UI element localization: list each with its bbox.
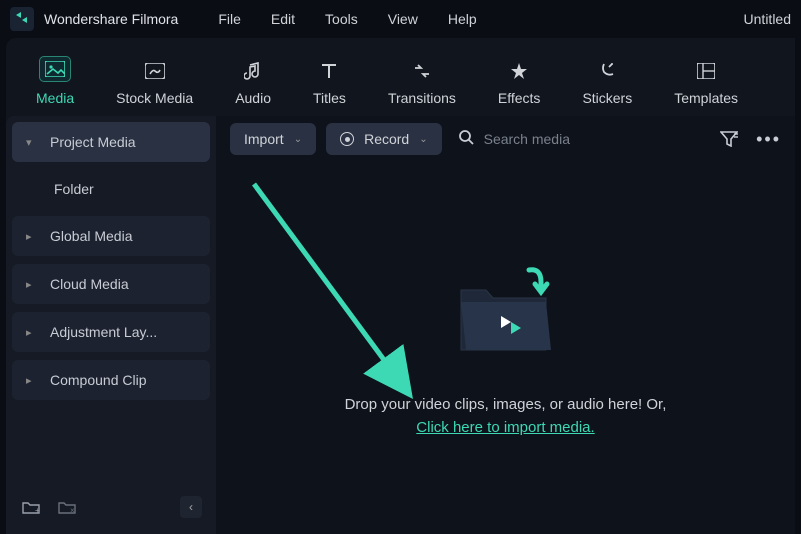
menu-file[interactable]: File: [218, 11, 241, 27]
category-nav: Media Stock Media Audio Titles Transitio…: [6, 38, 795, 116]
media-drop-zone[interactable]: Drop your video clips, images, or audio …: [216, 162, 795, 534]
sidebar-item-adjustment-layer[interactable]: ▸ Adjustment Lay...: [12, 312, 210, 352]
chevron-right-icon: ▸: [26, 230, 42, 243]
tab-audio[interactable]: Audio: [235, 60, 271, 106]
media-icon: [39, 56, 71, 82]
tab-label: Titles: [313, 90, 346, 106]
sidebar-item-project-media[interactable]: ▾ Project Media: [12, 122, 210, 162]
menu-view[interactable]: View: [388, 11, 418, 27]
button-label: Import: [244, 131, 284, 147]
sidebar-item-cloud-media[interactable]: ▸ Cloud Media: [12, 264, 210, 304]
effects-icon: [506, 60, 532, 82]
tab-label: Effects: [498, 90, 541, 106]
new-folder-icon[interactable]: +: [20, 497, 42, 517]
svg-text:+: +: [35, 506, 40, 514]
tab-label: Audio: [235, 90, 271, 106]
tab-media[interactable]: Media: [36, 56, 74, 106]
import-folder-icon: [451, 260, 561, 356]
templates-icon: [693, 60, 719, 82]
search-input[interactable]: [484, 131, 644, 147]
sidebar: ▾ Project Media Folder ▸ Global Media ▸ …: [6, 116, 216, 534]
main-panel: Import ⌄ Record ⌄ •••: [216, 116, 795, 534]
sidebar-item-compound-clip[interactable]: ▸ Compound Clip: [12, 360, 210, 400]
sidebar-item-label: Adjustment Lay...: [50, 324, 157, 340]
sidebar-item-global-media[interactable]: ▸ Global Media: [12, 216, 210, 256]
sidebar-item-folder[interactable]: Folder: [12, 166, 210, 212]
menu-bar: File Edit Tools View Help: [218, 11, 476, 27]
titles-icon: [316, 60, 342, 82]
import-button[interactable]: Import ⌄: [230, 123, 316, 155]
stock-media-icon: [142, 60, 168, 82]
document-title: Untitled: [744, 11, 791, 27]
tab-titles[interactable]: Titles: [313, 60, 346, 106]
menu-help[interactable]: Help: [448, 11, 477, 27]
media-toolbar: Import ⌄ Record ⌄ •••: [216, 116, 795, 162]
tab-templates[interactable]: Templates: [674, 60, 738, 106]
audio-icon: [240, 60, 266, 82]
menu-tools[interactable]: Tools: [325, 11, 358, 27]
stickers-icon: [594, 60, 620, 82]
import-media-link[interactable]: Click here to import media.: [416, 419, 594, 436]
tab-label: Media: [36, 90, 74, 106]
sidebar-item-label: Compound Clip: [50, 372, 147, 388]
tab-label: Templates: [674, 90, 738, 106]
menu-edit[interactable]: Edit: [271, 11, 295, 27]
more-options-icon[interactable]: •••: [756, 129, 781, 150]
tab-label: Stock Media: [116, 90, 193, 106]
sidebar-footer: + × ‹: [12, 486, 210, 528]
sidebar-item-label: Folder: [54, 181, 94, 197]
sidebar-item-label: Global Media: [50, 228, 133, 244]
button-label: Record: [364, 131, 409, 147]
chevron-down-icon: ⌄: [419, 134, 427, 145]
tab-label: Stickers: [582, 90, 632, 106]
tab-label: Transitions: [388, 90, 456, 106]
sidebar-item-label: Project Media: [50, 134, 136, 150]
chevron-down-icon: ▾: [26, 136, 42, 149]
delete-folder-icon[interactable]: ×: [56, 497, 78, 517]
tab-stock-media[interactable]: Stock Media: [116, 60, 193, 106]
svg-text:×: ×: [70, 506, 75, 514]
transitions-icon: [409, 60, 435, 82]
sidebar-item-label: Cloud Media: [50, 276, 129, 292]
title-bar: Wondershare Filmora File Edit Tools View…: [0, 0, 801, 38]
search-wrap: [458, 129, 710, 150]
filter-icon[interactable]: [720, 131, 738, 147]
workspace: ▾ Project Media Folder ▸ Global Media ▸ …: [6, 116, 795, 534]
tab-effects[interactable]: Effects: [498, 60, 541, 106]
collapse-sidebar-button[interactable]: ‹: [180, 496, 202, 518]
chevron-down-icon: ⌄: [294, 134, 302, 145]
search-icon: [458, 129, 474, 150]
tab-stickers[interactable]: Stickers: [582, 60, 632, 106]
app-logo-icon: [10, 7, 34, 31]
app-name: Wondershare Filmora: [44, 11, 178, 27]
record-button[interactable]: Record ⌄: [326, 123, 442, 155]
chevron-right-icon: ▸: [26, 278, 42, 291]
record-icon: [340, 132, 354, 146]
chevron-right-icon: ▸: [26, 326, 42, 339]
drop-hint-text: Drop your video clips, images, or audio …: [345, 396, 667, 413]
tab-transitions[interactable]: Transitions: [388, 60, 456, 106]
chevron-right-icon: ▸: [26, 374, 42, 387]
